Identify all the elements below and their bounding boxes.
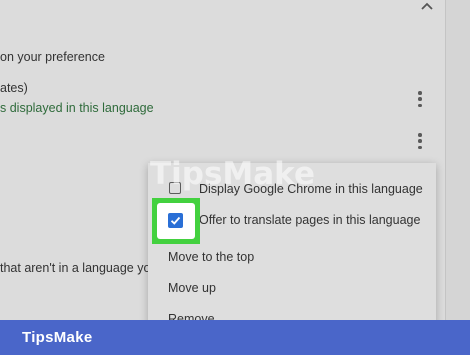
- panel-divider: [445, 0, 446, 320]
- menu-item-move-top[interactable]: Move to the top: [148, 243, 436, 273]
- menu-item-label: Offer to translate pages in this languag…: [199, 213, 421, 227]
- menu-item-label: Move to the top: [168, 250, 255, 264]
- translate-offer-text: that aren't in a language you r: [0, 261, 166, 275]
- menu-item-label: Remove: [168, 312, 215, 320]
- brand-footer: TipsMake: [0, 320, 470, 355]
- brand-logo: TipsMake: [22, 329, 93, 346]
- more-vert-icon[interactable]: [417, 133, 423, 149]
- more-vert-icon[interactable]: [417, 91, 423, 107]
- watermark: TipsMake: [150, 156, 315, 192]
- checkmark-icon: [170, 216, 181, 225]
- menu-item-remove[interactable]: Remove: [148, 305, 436, 320]
- translate-checkbox[interactable]: [168, 213, 183, 228]
- menu-item-label: Move up: [168, 281, 216, 295]
- language-row-subtitle: s displayed in this language: [0, 101, 154, 115]
- screenshot-area: on your preference ates) s displayed in …: [0, 0, 470, 320]
- menu-item-move-up[interactable]: Move up: [148, 274, 436, 304]
- language-row-title: ates): [0, 81, 28, 95]
- preference-text: on your preference: [0, 50, 105, 64]
- chevron-up-icon[interactable]: [419, 0, 435, 12]
